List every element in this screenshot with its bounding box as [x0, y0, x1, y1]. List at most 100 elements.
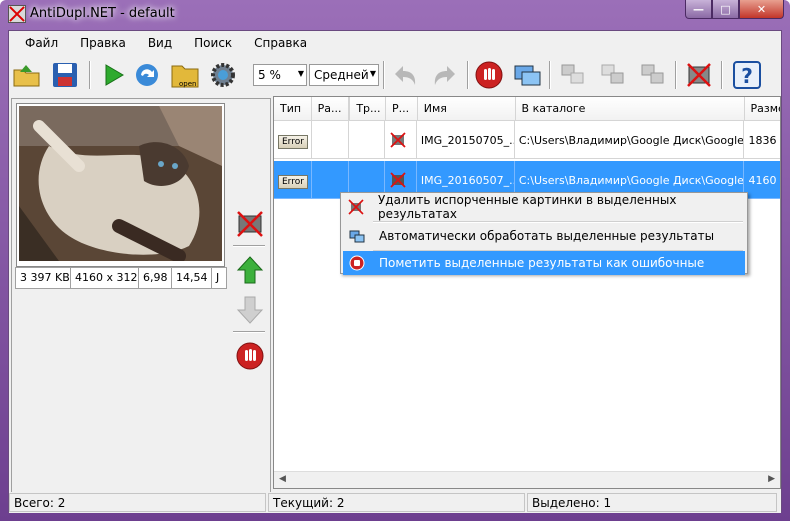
arrow-down-icon	[236, 296, 264, 324]
help-button[interactable]: ?	[731, 59, 763, 91]
delete-defect-icon	[348, 199, 365, 215]
delete-second-icon	[601, 64, 624, 84]
previous-button[interactable]	[233, 253, 267, 287]
image-type: J	[216, 271, 220, 284]
threshold-value: 5 %	[258, 68, 281, 82]
stop-hand-icon	[475, 61, 503, 89]
table-row[interactable]: Error IMG_20150705_... C:\Users\Владимир…	[274, 121, 780, 159]
minimize-button[interactable]: —	[685, 0, 712, 19]
horizontal-scrollbar[interactable]: ◀ ▶	[274, 471, 780, 488]
next-button[interactable]	[233, 293, 267, 327]
menu-bar: Файл Правка Вид Поиск Справка	[9, 31, 781, 55]
column-directory[interactable]: В каталоге	[516, 97, 745, 121]
menu-item-label: Удалить испорченные картинки в выделенны…	[377, 193, 677, 221]
title-bar[interactable]: AntiDupl.NET - default — □ ✕	[0, 0, 790, 30]
delete-both-icon	[641, 64, 664, 84]
menu-item-delete-defect[interactable]: Удалить испорченные картинки в выделенны…	[343, 193, 745, 221]
row-name-cell: IMG_20150705_...	[416, 121, 515, 159]
delete-defect-button[interactable]	[683, 59, 715, 91]
threshold-select[interactable]: 5 % ▼	[253, 64, 307, 86]
menu-edit[interactable]: Правка	[72, 36, 134, 50]
delete-second-button[interactable]	[597, 59, 629, 91]
auto-process-icon	[349, 230, 365, 243]
menu-file[interactable]: Файл	[17, 36, 66, 50]
open-folders-button[interactable]: open	[169, 59, 201, 91]
cat-photo	[19, 106, 222, 261]
error-badge: Error	[278, 135, 308, 149]
quality-select[interactable]: Средней ▼	[309, 64, 379, 86]
arrow-up-icon	[236, 256, 264, 284]
row-size-cell: 1836 x	[744, 121, 780, 159]
row-action-cell	[385, 121, 417, 159]
chevron-down-icon: ▼	[369, 69, 376, 78]
save-profile-button[interactable]	[49, 59, 81, 91]
file-size: 3 397 KB	[16, 268, 71, 288]
open-label: open	[179, 80, 196, 88]
delete-first-icon	[561, 64, 584, 84]
row-type-cell: Error	[274, 121, 312, 159]
delete-both-button[interactable]	[637, 59, 669, 91]
delete-defect-icon	[390, 172, 406, 188]
redo-button[interactable]	[429, 59, 461, 91]
options-button[interactable]	[207, 59, 239, 91]
floppy-disk-icon	[53, 63, 77, 87]
row-size-cell: 4160 x	[744, 161, 780, 199]
svg-text:?: ?	[741, 64, 753, 88]
menu-search[interactable]: Поиск	[186, 36, 240, 50]
folder-icon: open	[171, 65, 199, 88]
scroll-left-icon[interactable]: ◀	[279, 474, 286, 484]
delete-defect-icon	[390, 132, 406, 148]
gear-icon	[211, 63, 235, 87]
results-table: Тип Ра... Тр... Р... Имя В каталоге Разм…	[273, 96, 781, 489]
column-action[interactable]: Р...	[386, 97, 418, 121]
column-transform[interactable]: Тр...	[350, 97, 386, 121]
open-profile-button[interactable]	[11, 59, 43, 91]
image-resolution: 4160 x 3120	[71, 268, 139, 288]
column-name[interactable]: Имя	[418, 97, 516, 121]
row-type-cell: Error	[274, 161, 312, 199]
menu-help[interactable]: Справка	[246, 36, 315, 50]
preview-panel: 3 397 KB 4160 x 3120 6,98 14,54 J	[11, 98, 271, 493]
folder-open-icon	[13, 65, 40, 87]
scroll-right-icon[interactable]: ▶	[768, 474, 775, 484]
side-mistake-button[interactable]	[233, 339, 267, 373]
refresh-button[interactable]	[131, 59, 163, 91]
undo-icon	[395, 66, 416, 85]
mistake-button[interactable]	[473, 59, 505, 91]
undo-button[interactable]	[389, 59, 421, 91]
menu-item-mark-mistake[interactable]: Пометить выделенные результаты как ошибо…	[343, 251, 745, 275]
error-badge: Error	[278, 175, 308, 189]
auto-process-button[interactable]	[511, 59, 543, 91]
table-header: Тип Ра... Тр... Р... Имя В каталоге Разм…	[274, 97, 780, 121]
delete-first-button[interactable]	[557, 59, 589, 91]
menu-item-label: Автоматически обработать выделенные резу…	[379, 229, 715, 243]
play-icon	[105, 64, 124, 86]
toolbar: open 5 % ▼ Средней ▼ ?	[9, 55, 781, 95]
delete-defect-icon	[237, 211, 263, 237]
menu-view[interactable]: Вид	[140, 36, 180, 50]
window-title: AntiDupl.NET - default	[30, 6, 175, 21]
side-actions	[228, 99, 270, 492]
maximize-button[interactable]: □	[712, 0, 739, 19]
side-delete-defect-button[interactable]	[233, 207, 267, 241]
quality-value: Средней	[314, 68, 369, 82]
menu-item-auto-process[interactable]: Автоматически обработать выделенные резу…	[343, 224, 745, 248]
column-type[interactable]: Тип	[274, 97, 312, 121]
column-group[interactable]: Ра...	[312, 97, 350, 121]
help-icon: ?	[733, 61, 761, 89]
column-size[interactable]: Разме	[745, 97, 780, 121]
status-bar: Всего: 2 Текущий: 2 Выделено: 1	[9, 492, 781, 513]
status-selected: Выделено: 1	[527, 493, 777, 512]
close-button[interactable]: ✕	[739, 0, 784, 19]
start-search-button[interactable]	[97, 59, 129, 91]
row-directory-cell: C:\Users\Владимир\Google Диск\Google ...	[514, 121, 745, 159]
blockiness-value: 6,98	[139, 268, 172, 288]
image-preview[interactable]	[16, 103, 225, 267]
image-info-bar: 3 397 KB 4160 x 3120 6,98 14,54 J	[15, 267, 227, 289]
caption-buttons: — □ ✕	[685, 0, 784, 20]
delete-defect-icon	[687, 63, 711, 87]
menu-item-label: Пометить выделенные результаты как ошибо…	[379, 256, 705, 270]
chevron-down-icon: ▼	[297, 69, 304, 78]
status-current: Текущий: 2	[268, 493, 525, 512]
stop-hand-icon	[349, 255, 365, 271]
